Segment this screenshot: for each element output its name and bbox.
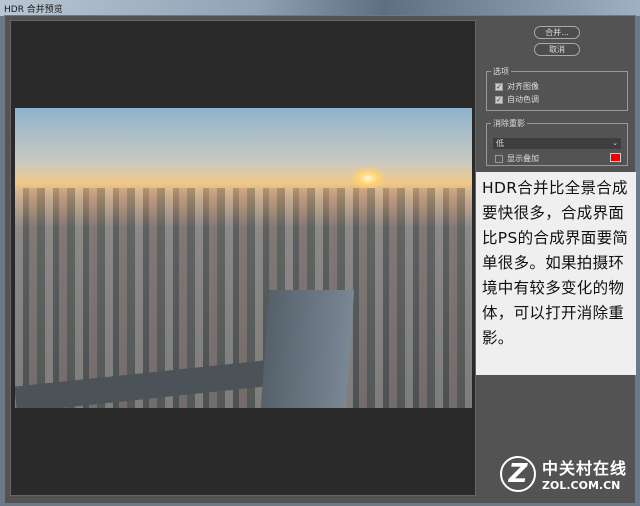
checkbox-empty-icon [495, 154, 503, 163]
watermark-domain: ZOL.COM.CN [542, 479, 621, 492]
align-images-checkbox[interactable]: ✓ 对齐图像 [495, 81, 539, 92]
zol-logo-icon: Z [500, 455, 536, 492]
merge-button[interactable]: 合并... [534, 26, 580, 39]
deghost-group: 消除重影 低 ⌄ 显示叠加 [486, 118, 628, 166]
overlay-color-swatch[interactable] [610, 153, 621, 162]
window-title: HDR 合并预览 [4, 5, 63, 15]
tower [260, 290, 355, 408]
watermark-brand: 中关村在线 [542, 459, 628, 478]
check-icon: ✓ [495, 95, 503, 104]
options-label: 选项 [491, 66, 511, 77]
options-group: 选项 ✓ 对齐图像 ✓ 自动色调 [486, 66, 628, 111]
deghost-label: 消除重影 [491, 118, 527, 129]
align-images-label: 对齐图像 [507, 82, 539, 91]
cancel-button[interactable]: 取消 [534, 43, 580, 56]
preview-image [15, 108, 472, 408]
auto-tone-checkbox[interactable]: ✓ 自动色调 [495, 94, 539, 105]
caption-text: HDR合并比全景合成要快很多，合成界面比PS的合成界面要简单很多。如果拍摄环境中… [476, 172, 636, 375]
auto-tone-label: 自动色调 [507, 95, 539, 104]
show-overlay-checkbox[interactable]: 显示叠加 [495, 153, 539, 164]
check-icon: ✓ [495, 82, 503, 91]
deghost-level-value: 低 [496, 139, 504, 148]
show-overlay-label: 显示叠加 [507, 154, 539, 163]
deghost-level-select[interactable]: 低 ⌄ [493, 138, 621, 149]
zol-watermark: Z 中关村在线 ZOL.COM.CN [500, 455, 627, 492]
chevron-down-icon: ⌄ [612, 139, 618, 147]
sun [350, 166, 386, 190]
title-bar: HDR 合并预览 [0, 0, 640, 16]
